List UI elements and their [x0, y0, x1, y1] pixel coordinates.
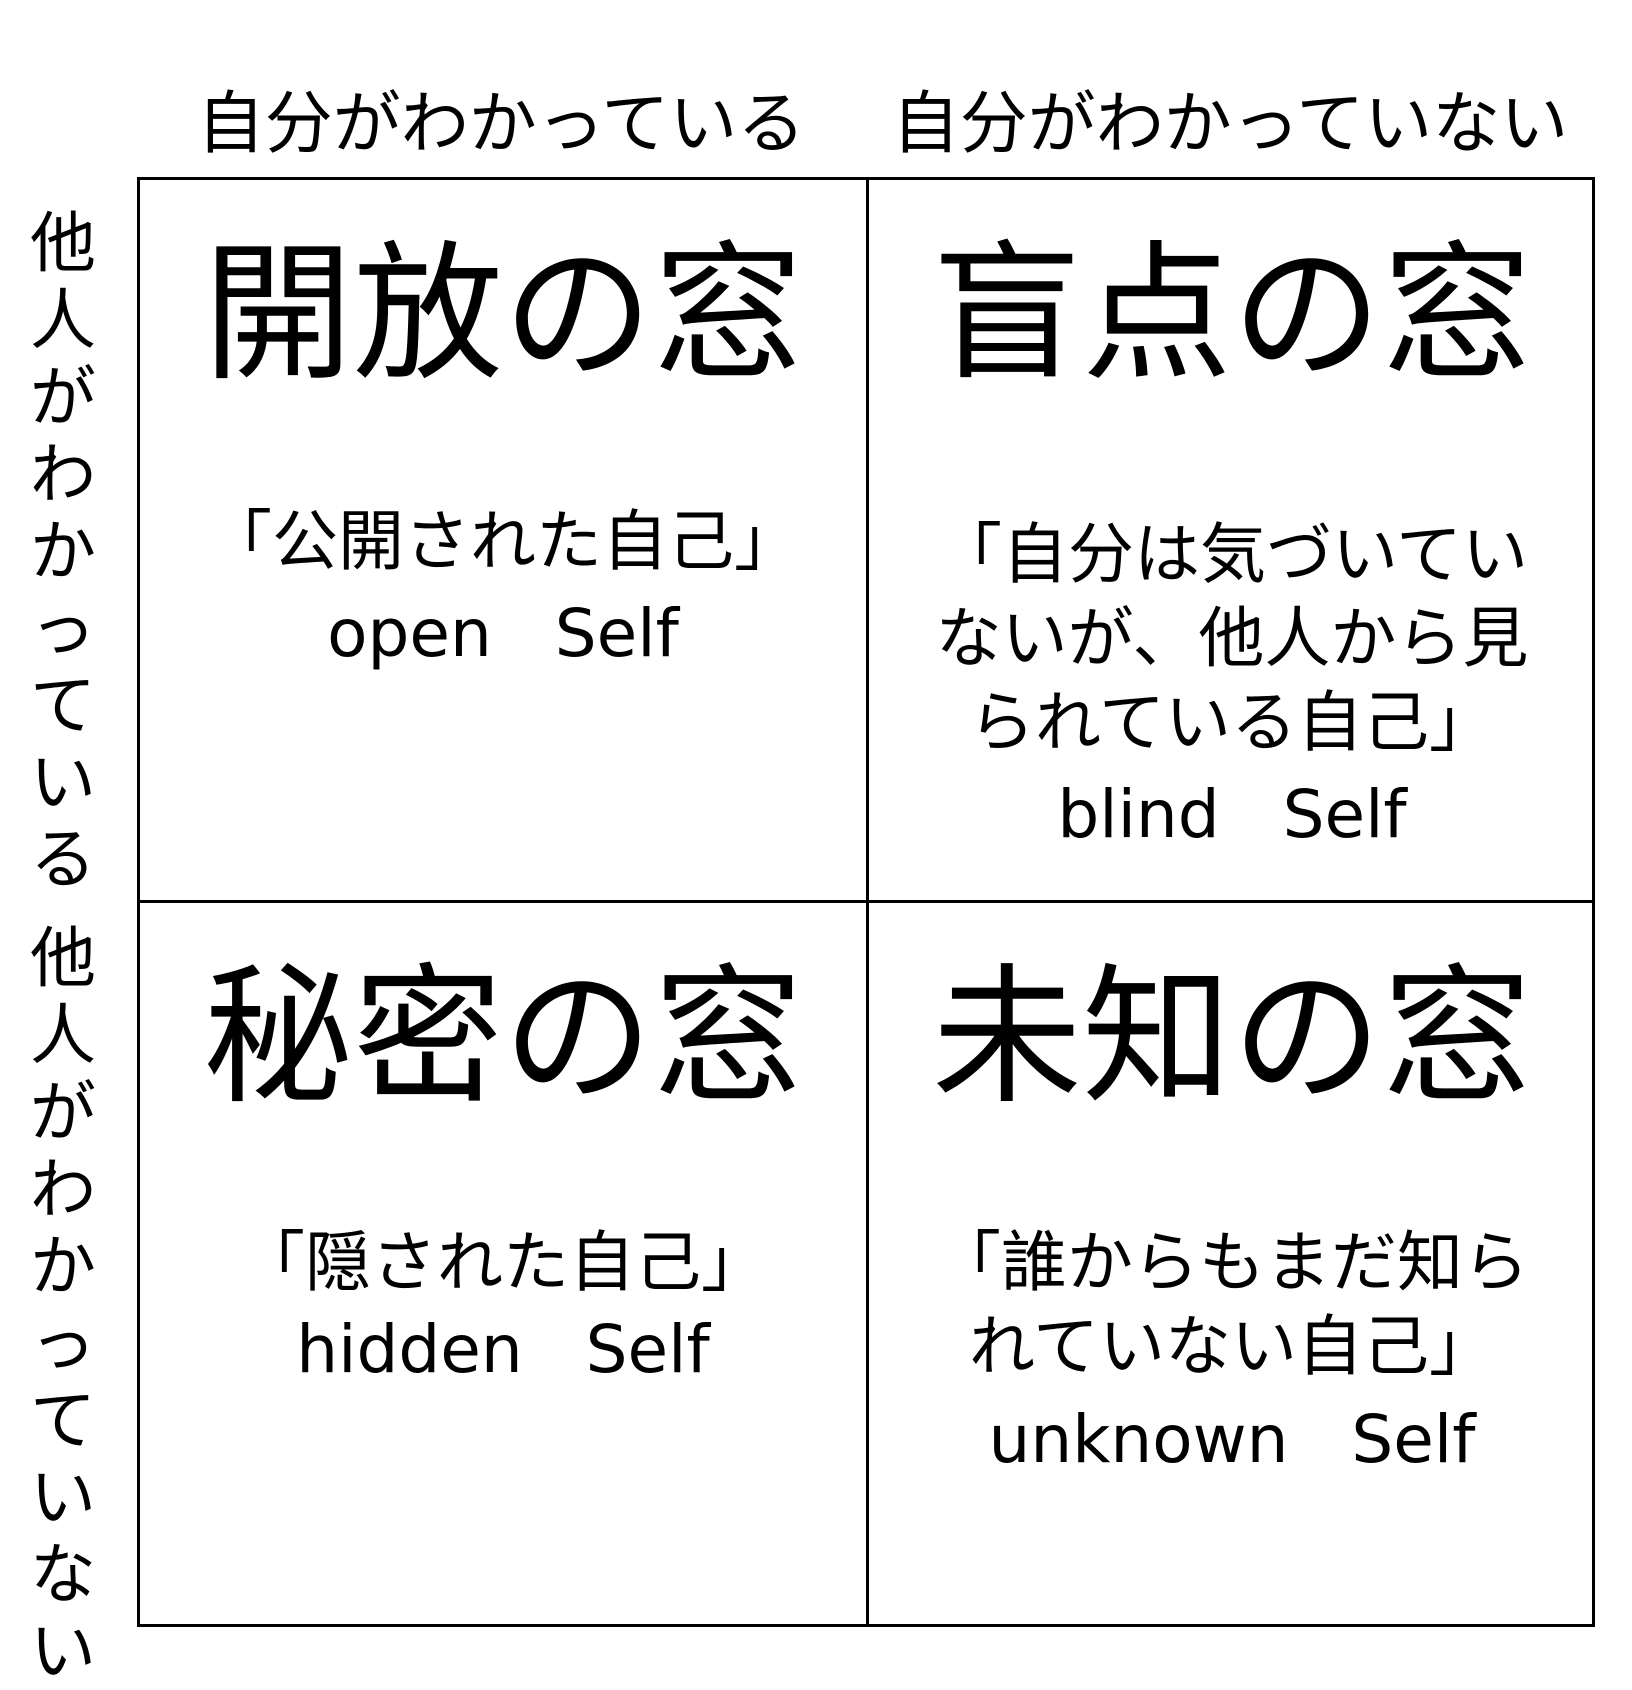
- row-header-others-do-not-know: 他人がわかっていない: [30, 920, 96, 1690]
- unknown-window-english: unknown Self: [988, 1401, 1476, 1478]
- blind-window-title: 盲点の窓: [931, 228, 1532, 402]
- hidden-window-title: 秘密の窓: [202, 951, 803, 1125]
- hidden-window-english: hidden Self: [296, 1311, 710, 1388]
- johari-window-grid: 開放の窓 「公開された自己」 open Self 盲点の窓 「自分は気づいていな…: [137, 177, 1595, 1627]
- hidden-window-description: 「隠された自己」: [239, 1224, 767, 1301]
- open-window-english: open Self: [327, 595, 679, 672]
- hidden-window-cell: 秘密の窓 「隠された自己」 hidden Self: [140, 903, 866, 1627]
- blind-window-cell: 盲点の窓 「自分は気づいていないが、他人から見られている自己」 blind Se…: [869, 180, 1595, 900]
- unknown-window-cell: 未知の窓 「誰からもまだ知られていない自己」 unknown Self: [869, 903, 1595, 1627]
- open-window-description: 「公開された自己」: [206, 503, 800, 580]
- unknown-window-title: 未知の窓: [931, 951, 1532, 1125]
- blind-window-english: blind Self: [1057, 776, 1407, 853]
- open-window-title: 開放の窓: [202, 228, 803, 402]
- column-header-self-knows: 自分がわかっている: [196, 85, 806, 164]
- blind-window-description: 「自分は気づいていないが、他人から見られている自己」: [935, 516, 1529, 761]
- column-header-self-does-not-know: 自分がわかっていない: [891, 85, 1569, 164]
- open-window-cell: 開放の窓 「公開された自己」 open Self: [140, 180, 866, 900]
- unknown-window-description: 「誰からもまだ知られていない自己」: [935, 1224, 1529, 1385]
- row-header-others-know: 他人がわかっている: [30, 205, 96, 898]
